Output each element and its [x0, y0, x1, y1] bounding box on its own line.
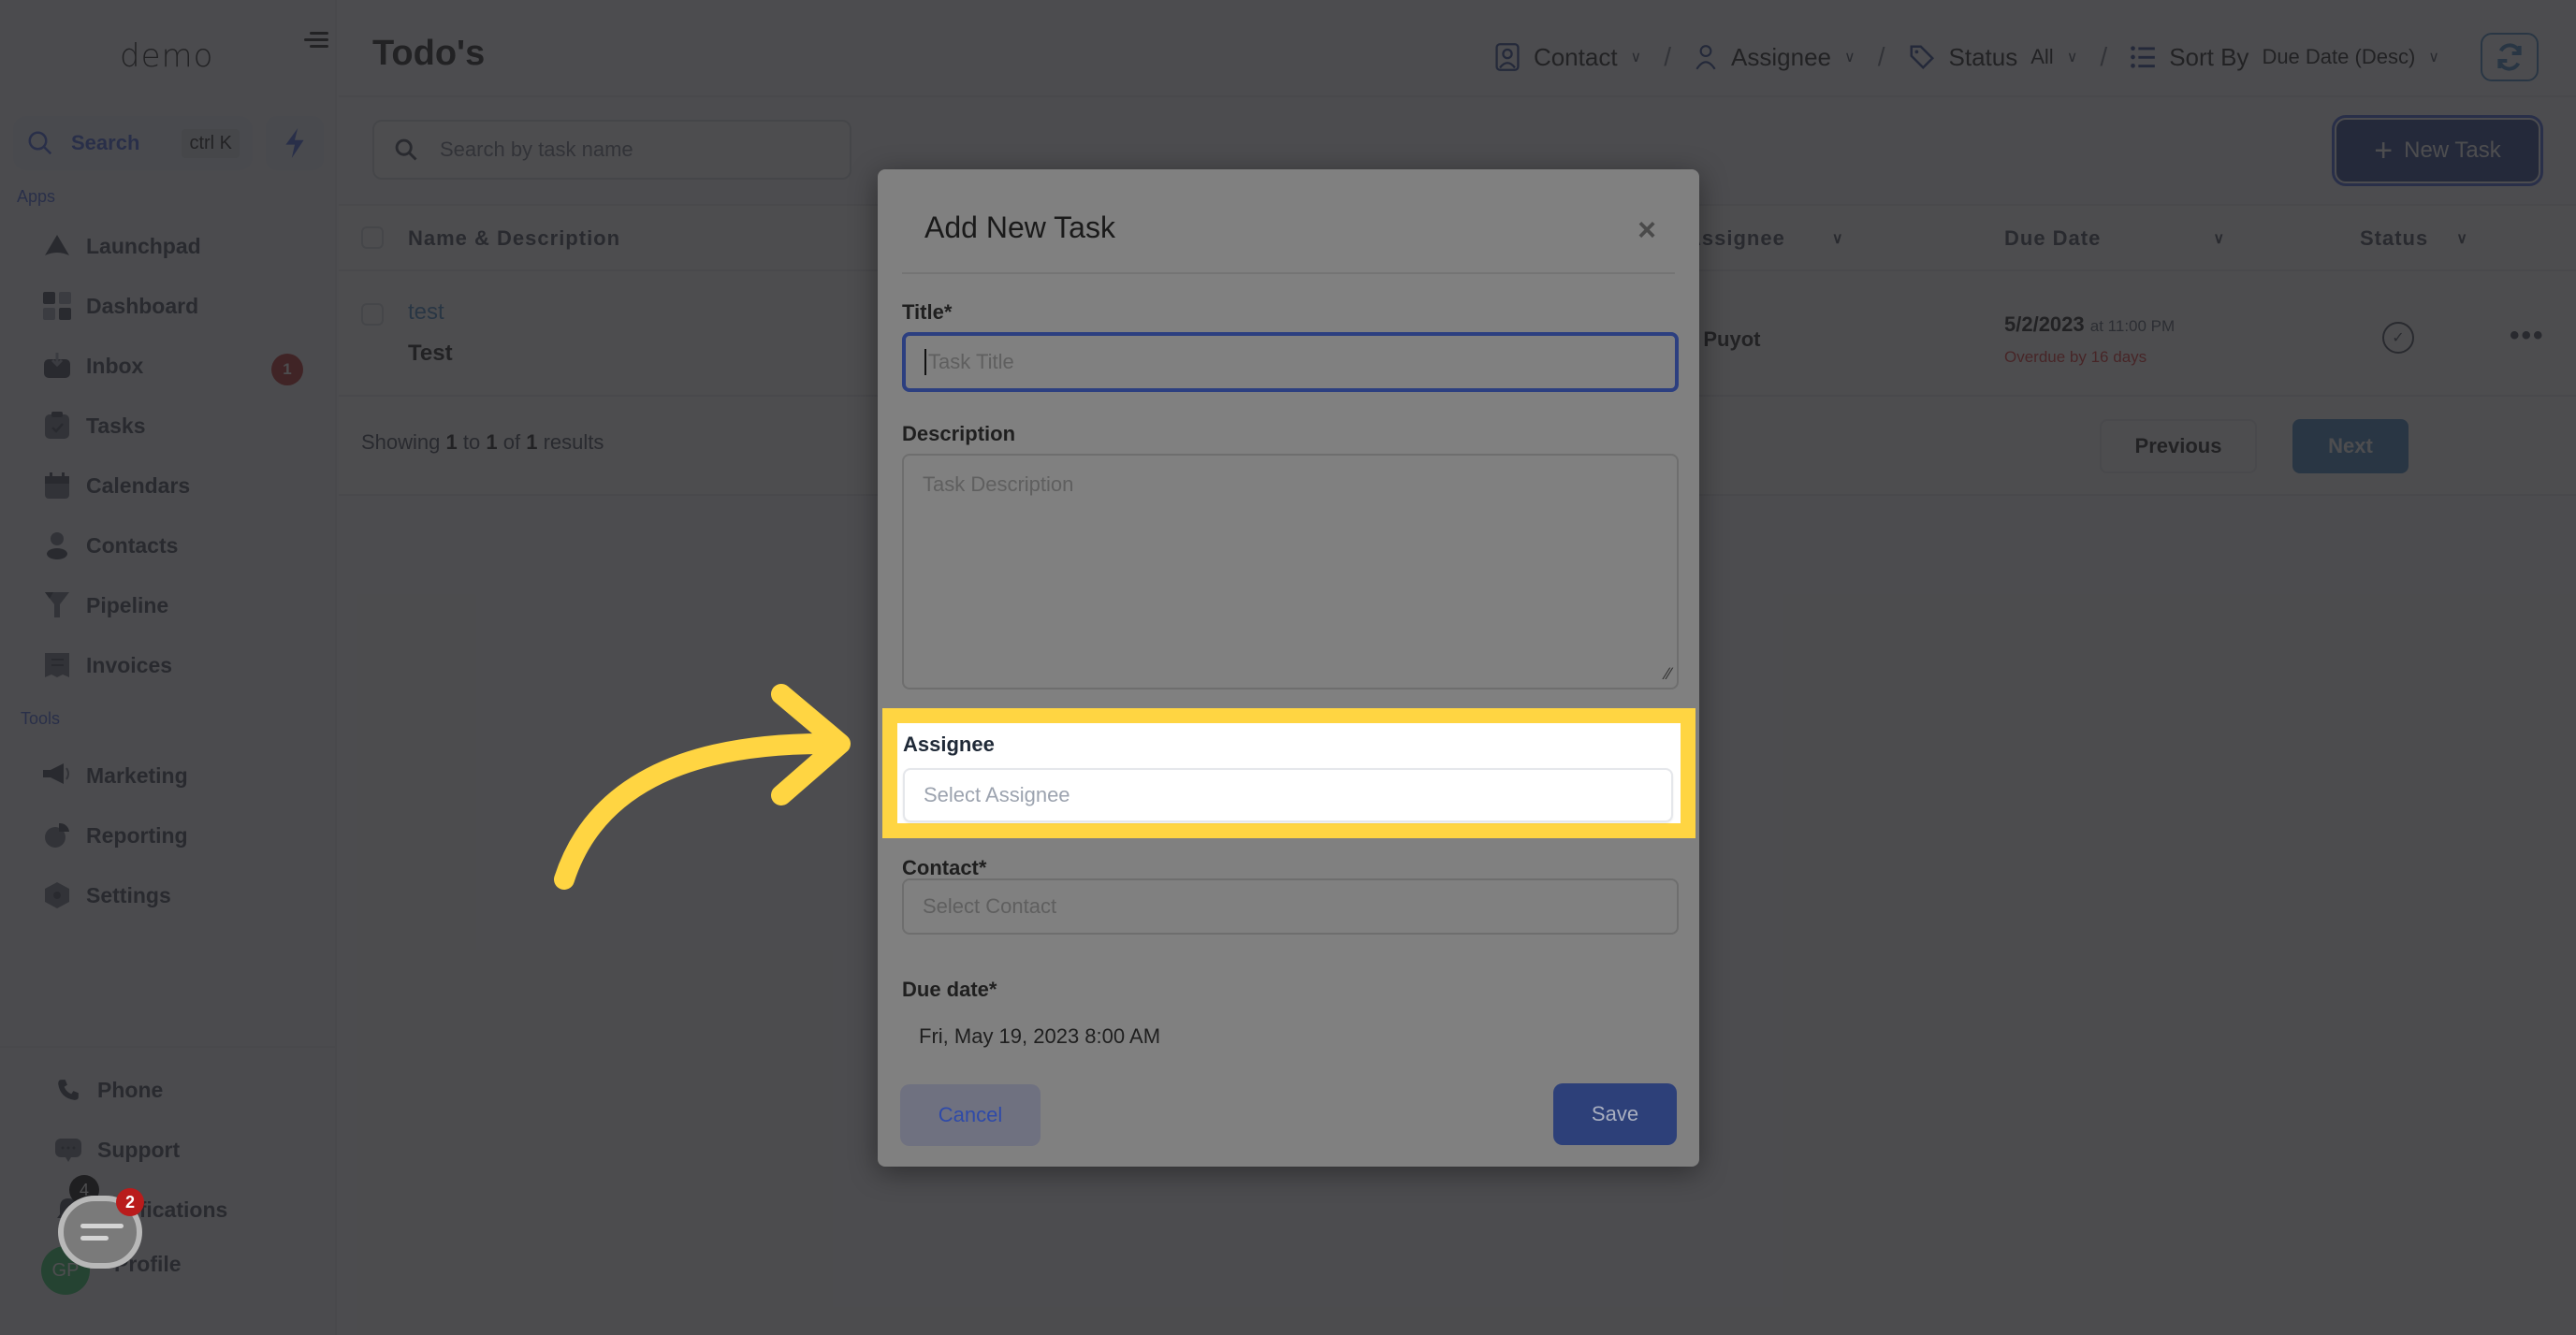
add-task-modal: Add New Task × Title* Task Title Descrip…: [878, 169, 1699, 1167]
close-icon[interactable]: ×: [1637, 212, 1656, 249]
assignee-field-label: Assignee: [903, 733, 995, 756]
chat-unread-badge: 2: [116, 1188, 144, 1216]
text-caret: [924, 349, 926, 375]
title-field-placeholder: Task Title: [928, 350, 1014, 373]
assignee-select[interactable]: Select Assignee: [903, 768, 1673, 822]
description-field[interactable]: Task Description ∕∕: [902, 454, 1679, 689]
modal-title: Add New Task: [924, 210, 1115, 244]
assignee-field-group: Assignee Select Assignee: [897, 723, 1681, 823]
modal-divider: [902, 272, 1675, 274]
assignee-highlight-box: Assignee Select Assignee: [882, 708, 1696, 838]
contact-select-placeholder: Select Contact: [923, 894, 1057, 918]
contact-select[interactable]: Select Contact: [902, 878, 1679, 935]
chat-lines-icon: [80, 1236, 109, 1241]
title-field-label: Title*: [902, 300, 953, 324]
resize-handle-icon[interactable]: ∕∕: [1666, 664, 1671, 684]
assignee-select-placeholder: Select Assignee: [924, 783, 1070, 806]
save-button[interactable]: Save: [1553, 1083, 1677, 1145]
due-date-field-label: Due date*: [902, 978, 997, 1001]
chat-lines-icon: [80, 1224, 124, 1228]
title-field[interactable]: Task Title: [902, 332, 1679, 392]
contact-field-label: Contact*: [902, 856, 987, 879]
due-date-picker[interactable]: Fri, May 19, 2023 8:00 AM: [919, 1024, 1160, 1049]
annotation-arrow-icon: [554, 684, 851, 890]
description-field-placeholder: Task Description: [923, 472, 1074, 496]
cancel-button[interactable]: Cancel: [900, 1084, 1041, 1146]
description-field-label: Description: [902, 422, 1016, 445]
